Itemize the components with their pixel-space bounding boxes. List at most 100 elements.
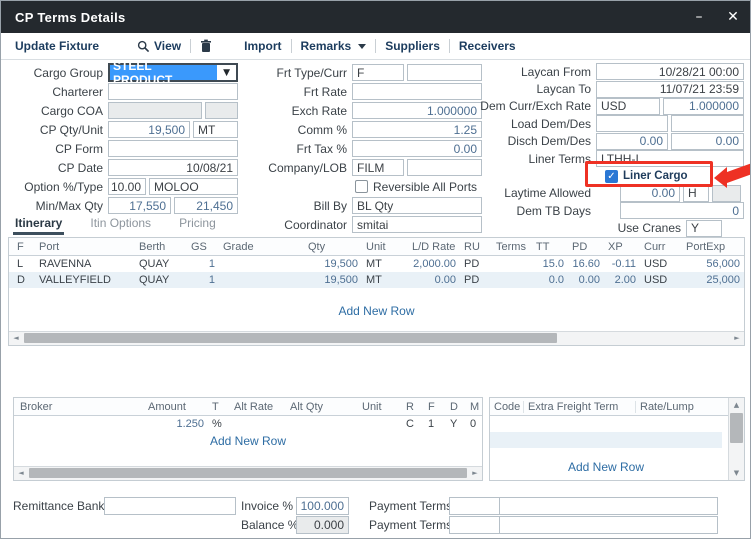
broker-header-row: Broker Amount T Alt Rate Alt Qty Unit R … bbox=[14, 398, 482, 416]
exch-rate-field[interactable]: 1.000000 bbox=[352, 102, 482, 119]
reversible-all-ports-checkbox[interactable] bbox=[355, 180, 368, 193]
cp-form-field[interactable] bbox=[108, 140, 238, 157]
cargo-coa-sub-field[interactable] bbox=[205, 102, 238, 119]
extra-freight-grid: Code Extra Freight Term Rate/Lump Add Ne… bbox=[489, 397, 745, 481]
min-qty-field[interactable]: 17,550 bbox=[108, 197, 171, 214]
dem-tb-days-label: Dem TB Days bbox=[469, 204, 596, 218]
delete-button[interactable] bbox=[191, 39, 221, 53]
scroll-up-icon[interactable]: ▲ bbox=[729, 398, 744, 412]
frt-rate-field[interactable] bbox=[352, 83, 482, 100]
remittance-bank-field[interactable] bbox=[104, 497, 236, 515]
cp-form-label: CP Form bbox=[13, 142, 108, 156]
max-qty-field[interactable]: 21,450 bbox=[174, 197, 238, 214]
invoice-pct-field[interactable]: 100.000 bbox=[296, 497, 349, 515]
cp-terms-details-window: CP Terms Details – ✕ Update Fixture View… bbox=[0, 0, 751, 539]
cargo-group-combobox[interactable]: STEEL PRODUCT ▼ bbox=[108, 63, 238, 82]
extra-freight-vertical-scrollbar[interactable]: ▲ ▼ bbox=[728, 398, 744, 480]
laycan-from-field[interactable]: 10/28/21 00:00 bbox=[596, 63, 744, 80]
tab-itinerary[interactable]: Itinerary bbox=[13, 215, 64, 235]
scrollbar-thumb[interactable] bbox=[730, 413, 743, 443]
scrollbar-thumb[interactable] bbox=[24, 333, 557, 343]
import-button[interactable]: Import bbox=[235, 39, 290, 53]
reversible-all-ports-label: Reversible All Ports bbox=[373, 180, 477, 194]
search-icon bbox=[137, 40, 150, 53]
laytime-allowed-field[interactable]: 0.00 bbox=[620, 185, 680, 202]
payment-terms-2-code-field[interactable] bbox=[449, 516, 500, 534]
frt-tax-field[interactable]: 0.00 bbox=[352, 140, 482, 157]
tab-itin-options[interactable]: Itin Options bbox=[88, 215, 153, 235]
scroll-down-icon[interactable]: ▼ bbox=[729, 466, 744, 480]
itinerary-add-new-row-link[interactable]: Add New Row bbox=[9, 304, 744, 318]
option-type-field[interactable]: MOLOO bbox=[149, 178, 238, 195]
extra-freight-header-row: Code Extra Freight Term Rate/Lump bbox=[490, 398, 744, 416]
receivers-button[interactable]: Receivers bbox=[450, 39, 525, 53]
payment-terms-1-label: Payment Terms bbox=[369, 499, 449, 513]
disch-dem-field[interactable]: 0.00 bbox=[596, 133, 668, 150]
scroll-left-icon[interactable]: ◄ bbox=[14, 467, 28, 479]
scroll-left-icon[interactable]: ◄ bbox=[9, 332, 23, 344]
company-field[interactable]: FILM bbox=[352, 159, 404, 176]
frt-rate-label: Frt Rate bbox=[241, 85, 352, 99]
laycan-to-field[interactable]: 11/07/21 23:59 bbox=[596, 81, 744, 98]
dem-curr-field[interactable]: USD bbox=[596, 98, 660, 115]
cargo-group-label: Cargo Group bbox=[13, 66, 108, 80]
minimize-button[interactable]: – bbox=[682, 1, 716, 33]
laytime-unit-field[interactable]: H bbox=[683, 185, 709, 202]
payment-terms-1-code-field[interactable] bbox=[449, 497, 500, 515]
frt-type-field[interactable]: F bbox=[352, 64, 404, 81]
cargo-coa-field[interactable] bbox=[108, 102, 202, 119]
remarks-menu-button[interactable]: Remarks bbox=[292, 39, 376, 53]
itinerary-grid: F Port Berth GS Grade Qty Unit L/D Rate … bbox=[8, 237, 745, 346]
comm-pct-label: Comm % bbox=[241, 123, 352, 137]
disch-dem-des-label: Disch Dem/Des bbox=[469, 134, 596, 148]
cp-date-field[interactable]: 10/08/21 bbox=[108, 159, 238, 176]
charterer-label: Charterer bbox=[13, 85, 108, 99]
extra-freight-row[interactable] bbox=[490, 416, 744, 432]
load-des-field[interactable] bbox=[671, 115, 744, 132]
view-button[interactable]: View bbox=[128, 39, 190, 53]
trash-icon bbox=[200, 39, 212, 53]
comm-pct-field[interactable]: 1.25 bbox=[352, 121, 482, 138]
liner-cargo-checkbox[interactable] bbox=[605, 170, 618, 183]
cp-qty-field[interactable]: 19,500 bbox=[108, 121, 190, 138]
scrollbar-thumb[interactable] bbox=[29, 468, 467, 478]
extra-freight-row[interactable] bbox=[490, 432, 722, 448]
option-pct-field[interactable]: 10.00 bbox=[108, 178, 146, 195]
broker-add-new-row-link[interactable]: Add New Row bbox=[14, 434, 482, 448]
chevron-down-icon bbox=[358, 44, 366, 49]
cp-unit-field[interactable]: MT bbox=[193, 121, 238, 138]
itinerary-row-discharge[interactable]: D VALLEYFIELD QUAY 1 19,500 MT 0.00 PD 0… bbox=[9, 272, 744, 288]
payment-terms-1-desc-field[interactable] bbox=[500, 497, 718, 515]
load-dem-field[interactable] bbox=[596, 115, 668, 132]
use-cranes-label: Use Cranes bbox=[469, 221, 686, 235]
laytime-extra-field[interactable] bbox=[712, 185, 741, 202]
extra-freight-add-new-row-link[interactable]: Add New Row bbox=[490, 460, 722, 474]
use-cranes-field[interactable]: Y bbox=[686, 220, 722, 237]
broker-horizontal-scrollbar[interactable]: ◄ ► bbox=[14, 466, 482, 480]
update-fixture-button[interactable]: Update Fixture bbox=[6, 39, 108, 53]
scroll-right-icon[interactable]: ► bbox=[468, 467, 482, 479]
dem-exch-rate-field[interactable]: 1.000000 bbox=[663, 98, 744, 115]
disch-des-field[interactable]: 0.00 bbox=[671, 133, 744, 150]
option-pct-type-label: Option %/Type bbox=[13, 180, 108, 194]
close-button[interactable]: ✕ bbox=[716, 1, 750, 33]
tab-pricing[interactable]: Pricing bbox=[177, 215, 218, 235]
suppliers-button[interactable]: Suppliers bbox=[376, 39, 449, 53]
form-column-middle: Frt Type/Curr F Frt Rate Exch Rate 1.000… bbox=[241, 63, 482, 234]
toolbar: Update Fixture View Import Remarks Suppl… bbox=[1, 33, 750, 60]
dem-tb-days-field[interactable]: 0 bbox=[620, 202, 744, 219]
balance-pct-field[interactable]: 0.000 bbox=[296, 516, 349, 534]
payment-terms-2-desc-field[interactable] bbox=[500, 516, 718, 534]
invoice-pct-label: Invoice % bbox=[241, 499, 296, 513]
broker-row[interactable]: 1.250 % C 1 Y 0 bbox=[14, 416, 482, 432]
exch-rate-label: Exch Rate bbox=[241, 104, 352, 118]
scroll-right-icon[interactable]: ► bbox=[730, 332, 744, 344]
bill-by-field[interactable]: BL Qty bbox=[352, 197, 482, 214]
company-lob-label: Company/LOB bbox=[241, 161, 352, 175]
itinerary-row-load[interactable]: L RAVENNA QUAY 1 19,500 MT 2,000.00 PD 1… bbox=[9, 256, 744, 272]
itinerary-horizontal-scrollbar[interactable]: ◄ ► bbox=[9, 331, 744, 345]
charterer-field[interactable] bbox=[108, 83, 238, 100]
coordinator-field[interactable]: smitai bbox=[352, 216, 482, 233]
laycan-to-label: Laycan To bbox=[469, 82, 596, 96]
liner-terms-field[interactable]: LTHH-I bbox=[596, 150, 744, 167]
